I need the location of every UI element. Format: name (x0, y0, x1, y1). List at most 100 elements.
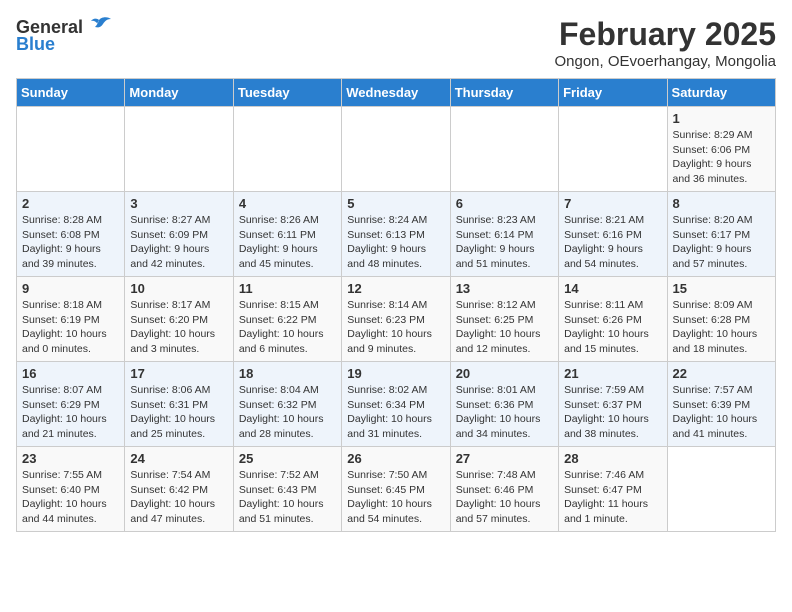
day-number: 24 (130, 451, 227, 466)
calendar-week-4: 16 Sunrise: 8:07 AM Sunset: 6:29 PM Dayli… (17, 362, 776, 447)
logo-blue-text: Blue (16, 34, 55, 55)
header-day-tuesday: Tuesday (233, 79, 341, 107)
day-number: 7 (564, 196, 661, 211)
calendar-cell (450, 107, 558, 192)
calendar-table: SundayMondayTuesdayWednesdayThursdayFrid… (16, 78, 776, 532)
day-info: Sunrise: 8:04 AM Sunset: 6:32 PM Dayligh… (239, 383, 336, 442)
day-info: Sunrise: 8:01 AM Sunset: 6:36 PM Dayligh… (456, 383, 553, 442)
bird-icon (85, 16, 113, 38)
day-info: Sunrise: 8:07 AM Sunset: 6:29 PM Dayligh… (22, 383, 119, 442)
calendar-cell: 11 Sunrise: 8:15 AM Sunset: 6:22 PM Dayli… (233, 277, 341, 362)
day-number: 6 (456, 196, 553, 211)
calendar-cell (233, 107, 341, 192)
day-info: Sunrise: 8:21 AM Sunset: 6:16 PM Dayligh… (564, 213, 661, 272)
calendar-cell (667, 447, 775, 532)
calendar-cell (125, 107, 233, 192)
calendar-cell: 9 Sunrise: 8:18 AM Sunset: 6:19 PM Daylig… (17, 277, 125, 362)
day-number: 13 (456, 281, 553, 296)
calendar-cell: 14 Sunrise: 8:11 AM Sunset: 6:26 PM Dayli… (559, 277, 667, 362)
day-info: Sunrise: 8:27 AM Sunset: 6:09 PM Dayligh… (130, 213, 227, 272)
header-day-wednesday: Wednesday (342, 79, 450, 107)
calendar-cell: 19 Sunrise: 8:02 AM Sunset: 6:34 PM Dayli… (342, 362, 450, 447)
day-info: Sunrise: 8:26 AM Sunset: 6:11 PM Dayligh… (239, 213, 336, 272)
header-day-sunday: Sunday (17, 79, 125, 107)
day-number: 11 (239, 281, 336, 296)
calendar-cell: 23 Sunrise: 7:55 AM Sunset: 6:40 PM Dayli… (17, 447, 125, 532)
calendar-cell: 27 Sunrise: 7:48 AM Sunset: 6:46 PM Dayli… (450, 447, 558, 532)
day-info: Sunrise: 7:54 AM Sunset: 6:42 PM Dayligh… (130, 468, 227, 527)
day-info: Sunrise: 8:29 AM Sunset: 6:06 PM Dayligh… (673, 128, 770, 187)
header-day-monday: Monday (125, 79, 233, 107)
header-day-thursday: Thursday (450, 79, 558, 107)
day-number: 4 (239, 196, 336, 211)
calendar-cell (17, 107, 125, 192)
calendar-cell: 28 Sunrise: 7:46 AM Sunset: 6:47 PM Dayli… (559, 447, 667, 532)
day-info: Sunrise: 7:50 AM Sunset: 6:45 PM Dayligh… (347, 468, 444, 527)
day-info: Sunrise: 8:20 AM Sunset: 6:17 PM Dayligh… (673, 213, 770, 272)
day-number: 2 (22, 196, 119, 211)
day-number: 15 (673, 281, 770, 296)
day-number: 1 (673, 111, 770, 126)
header-day-saturday: Saturday (667, 79, 775, 107)
day-info: Sunrise: 8:09 AM Sunset: 6:28 PM Dayligh… (673, 298, 770, 357)
day-info: Sunrise: 7:48 AM Sunset: 6:46 PM Dayligh… (456, 468, 553, 527)
calendar-cell: 25Sunrise: 7:52 AM Sunset: 6:43 PM Dayli… (233, 447, 341, 532)
calendar-cell: 3 Sunrise: 8:27 AM Sunset: 6:09 PM Daylig… (125, 192, 233, 277)
calendar-cell: 22Sunrise: 7:57 AM Sunset: 6:39 PM Dayli… (667, 362, 775, 447)
day-info: Sunrise: 7:46 AM Sunset: 6:47 PM Dayligh… (564, 468, 661, 527)
day-number: 25 (239, 451, 336, 466)
day-info: Sunrise: 8:18 AM Sunset: 6:19 PM Dayligh… (22, 298, 119, 357)
title-area: February 2025 Ongon, OEvoerhangay, Mongo… (554, 16, 776, 70)
calendar-cell (559, 107, 667, 192)
day-info: Sunrise: 7:57 AM Sunset: 6:39 PM Dayligh… (673, 383, 770, 442)
day-number: 18 (239, 366, 336, 381)
calendar-cell (342, 107, 450, 192)
day-number: 8 (673, 196, 770, 211)
day-info: Sunrise: 8:17 AM Sunset: 6:20 PM Dayligh… (130, 298, 227, 357)
day-number: 10 (130, 281, 227, 296)
calendar-cell: 10 Sunrise: 8:17 AM Sunset: 6:20 PM Dayli… (125, 277, 233, 362)
calendar-cell: 15 Sunrise: 8:09 AM Sunset: 6:28 PM Dayli… (667, 277, 775, 362)
calendar-week-5: 23 Sunrise: 7:55 AM Sunset: 6:40 PM Dayli… (17, 447, 776, 532)
page-header: General Blue February 2025 Ongon, OEvoer… (16, 16, 776, 70)
calendar-cell: 12 Sunrise: 8:14 AM Sunset: 6:23 PM Dayli… (342, 277, 450, 362)
day-number: 23 (22, 451, 119, 466)
day-info: Sunrise: 7:59 AM Sunset: 6:37 PM Dayligh… (564, 383, 661, 442)
calendar-week-3: 9 Sunrise: 8:18 AM Sunset: 6:19 PM Daylig… (17, 277, 776, 362)
day-number: 28 (564, 451, 661, 466)
day-info: Sunrise: 7:55 AM Sunset: 6:40 PM Dayligh… (22, 468, 119, 527)
calendar-cell: 16 Sunrise: 8:07 AM Sunset: 6:29 PM Dayli… (17, 362, 125, 447)
calendar-cell: 20Sunrise: 8:01 AM Sunset: 6:36 PM Dayli… (450, 362, 558, 447)
logo: General Blue (16, 16, 113, 55)
day-number: 19 (347, 366, 444, 381)
calendar-cell: 13Sunrise: 8:12 AM Sunset: 6:25 PM Dayli… (450, 277, 558, 362)
day-number: 16 (22, 366, 119, 381)
calendar-cell: 8 Sunrise: 8:20 AM Sunset: 6:17 PM Daylig… (667, 192, 775, 277)
day-info: Sunrise: 8:11 AM Sunset: 6:26 PM Dayligh… (564, 298, 661, 357)
calendar-cell: 17Sunrise: 8:06 AM Sunset: 6:31 PM Dayli… (125, 362, 233, 447)
day-number: 27 (456, 451, 553, 466)
day-info: Sunrise: 8:15 AM Sunset: 6:22 PM Dayligh… (239, 298, 336, 357)
calendar-cell: 5Sunrise: 8:24 AM Sunset: 6:13 PM Daylig… (342, 192, 450, 277)
day-number: 3 (130, 196, 227, 211)
calendar-cell: 2 Sunrise: 8:28 AM Sunset: 6:08 PM Daylig… (17, 192, 125, 277)
day-number: 9 (22, 281, 119, 296)
day-info: Sunrise: 8:14 AM Sunset: 6:23 PM Dayligh… (347, 298, 444, 357)
day-number: 21 (564, 366, 661, 381)
calendar-cell: 26 Sunrise: 7:50 AM Sunset: 6:45 PM Dayli… (342, 447, 450, 532)
location-title: Ongon, OEvoerhangay, Mongolia (554, 53, 776, 70)
day-number: 12 (347, 281, 444, 296)
calendar-cell: 7 Sunrise: 8:21 AM Sunset: 6:16 PM Daylig… (559, 192, 667, 277)
month-title: February 2025 (554, 16, 776, 53)
calendar-cell: 1 Sunrise: 8:29 AM Sunset: 6:06 PM Daylig… (667, 107, 775, 192)
calendar-cell: 6Sunrise: 8:23 AM Sunset: 6:14 PM Daylig… (450, 192, 558, 277)
day-number: 17 (130, 366, 227, 381)
calendar-week-2: 2 Sunrise: 8:28 AM Sunset: 6:08 PM Daylig… (17, 192, 776, 277)
calendar-cell: 24 Sunrise: 7:54 AM Sunset: 6:42 PM Dayli… (125, 447, 233, 532)
day-info: Sunrise: 8:02 AM Sunset: 6:34 PM Dayligh… (347, 383, 444, 442)
day-info: Sunrise: 8:28 AM Sunset: 6:08 PM Dayligh… (22, 213, 119, 272)
day-number: 26 (347, 451, 444, 466)
calendar-cell: 21 Sunrise: 7:59 AM Sunset: 6:37 PM Dayli… (559, 362, 667, 447)
day-number: 14 (564, 281, 661, 296)
calendar-cell: 4 Sunrise: 8:26 AM Sunset: 6:11 PM Daylig… (233, 192, 341, 277)
